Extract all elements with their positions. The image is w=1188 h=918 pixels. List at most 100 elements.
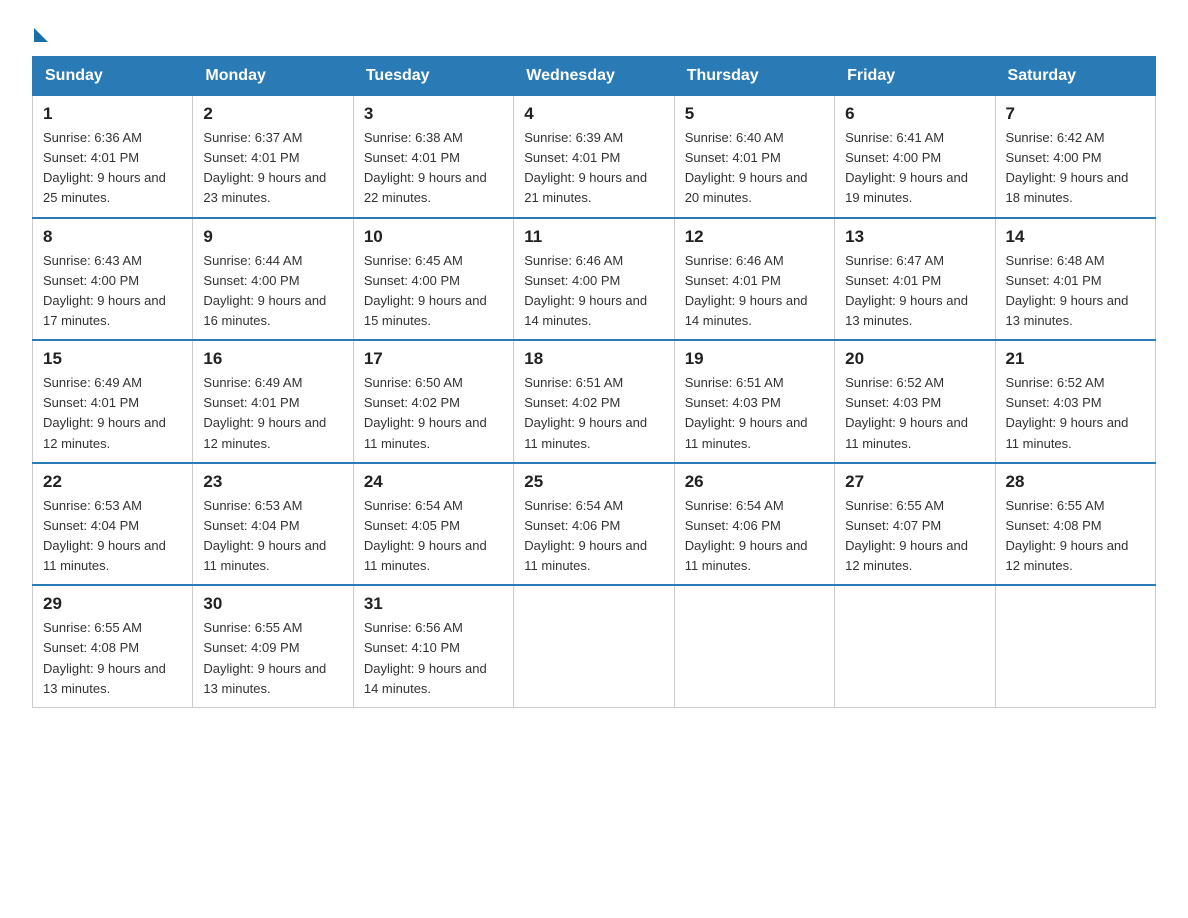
day-number: 13 — [845, 227, 984, 247]
day-number: 3 — [364, 104, 503, 124]
calendar-day-18: 18 Sunrise: 6:51 AMSunset: 4:02 PMDaylig… — [514, 340, 674, 463]
weekday-header-tuesday: Tuesday — [353, 57, 513, 96]
day-info: Sunrise: 6:46 AMSunset: 4:01 PMDaylight:… — [685, 253, 808, 328]
calendar-day-23: 23 Sunrise: 6:53 AMSunset: 4:04 PMDaylig… — [193, 463, 353, 586]
calendar-day-2: 2 Sunrise: 6:37 AMSunset: 4:01 PMDayligh… — [193, 96, 353, 218]
calendar-day-28: 28 Sunrise: 6:55 AMSunset: 4:08 PMDaylig… — [995, 463, 1155, 586]
calendar-day-13: 13 Sunrise: 6:47 AMSunset: 4:01 PMDaylig… — [835, 218, 995, 341]
day-info: Sunrise: 6:49 AMSunset: 4:01 PMDaylight:… — [203, 375, 326, 450]
day-info: Sunrise: 6:53 AMSunset: 4:04 PMDaylight:… — [43, 498, 166, 573]
day-number: 31 — [364, 594, 503, 614]
calendar-day-25: 25 Sunrise: 6:54 AMSunset: 4:06 PMDaylig… — [514, 463, 674, 586]
day-number: 17 — [364, 349, 503, 369]
calendar-day-1: 1 Sunrise: 6:36 AMSunset: 4:01 PMDayligh… — [33, 96, 193, 218]
calendar-week-4: 22 Sunrise: 6:53 AMSunset: 4:04 PMDaylig… — [33, 463, 1156, 586]
day-number: 10 — [364, 227, 503, 247]
empty-cell — [995, 585, 1155, 707]
calendar-day-11: 11 Sunrise: 6:46 AMSunset: 4:00 PMDaylig… — [514, 218, 674, 341]
day-info: Sunrise: 6:48 AMSunset: 4:01 PMDaylight:… — [1006, 253, 1129, 328]
calendar-day-16: 16 Sunrise: 6:49 AMSunset: 4:01 PMDaylig… — [193, 340, 353, 463]
weekday-header-wednesday: Wednesday — [514, 57, 674, 96]
day-number: 20 — [845, 349, 984, 369]
day-number: 11 — [524, 227, 663, 247]
day-info: Sunrise: 6:41 AMSunset: 4:00 PMDaylight:… — [845, 130, 968, 205]
calendar-day-31: 31 Sunrise: 6:56 AMSunset: 4:10 PMDaylig… — [353, 585, 513, 707]
day-info: Sunrise: 6:40 AMSunset: 4:01 PMDaylight:… — [685, 130, 808, 205]
calendar-day-24: 24 Sunrise: 6:54 AMSunset: 4:05 PMDaylig… — [353, 463, 513, 586]
calendar-day-12: 12 Sunrise: 6:46 AMSunset: 4:01 PMDaylig… — [674, 218, 834, 341]
day-number: 2 — [203, 104, 342, 124]
empty-cell — [514, 585, 674, 707]
day-info: Sunrise: 6:54 AMSunset: 4:06 PMDaylight:… — [685, 498, 808, 573]
day-info: Sunrise: 6:51 AMSunset: 4:03 PMDaylight:… — [685, 375, 808, 450]
calendar-day-4: 4 Sunrise: 6:39 AMSunset: 4:01 PMDayligh… — [514, 96, 674, 218]
day-number: 25 — [524, 472, 663, 492]
logo-arrow-icon — [34, 28, 48, 42]
day-info: Sunrise: 6:43 AMSunset: 4:00 PMDaylight:… — [43, 253, 166, 328]
calendar-day-17: 17 Sunrise: 6:50 AMSunset: 4:02 PMDaylig… — [353, 340, 513, 463]
day-info: Sunrise: 6:38 AMSunset: 4:01 PMDaylight:… — [364, 130, 487, 205]
day-info: Sunrise: 6:54 AMSunset: 4:06 PMDaylight:… — [524, 498, 647, 573]
day-info: Sunrise: 6:55 AMSunset: 4:08 PMDaylight:… — [43, 620, 166, 695]
day-number: 21 — [1006, 349, 1145, 369]
day-info: Sunrise: 6:54 AMSunset: 4:05 PMDaylight:… — [364, 498, 487, 573]
calendar-day-10: 10 Sunrise: 6:45 AMSunset: 4:00 PMDaylig… — [353, 218, 513, 341]
calendar-day-20: 20 Sunrise: 6:52 AMSunset: 4:03 PMDaylig… — [835, 340, 995, 463]
day-number: 27 — [845, 472, 984, 492]
calendar-day-3: 3 Sunrise: 6:38 AMSunset: 4:01 PMDayligh… — [353, 96, 513, 218]
day-info: Sunrise: 6:52 AMSunset: 4:03 PMDaylight:… — [845, 375, 968, 450]
day-number: 23 — [203, 472, 342, 492]
day-number: 18 — [524, 349, 663, 369]
calendar-day-21: 21 Sunrise: 6:52 AMSunset: 4:03 PMDaylig… — [995, 340, 1155, 463]
day-number: 9 — [203, 227, 342, 247]
day-number: 24 — [364, 472, 503, 492]
calendar-week-1: 1 Sunrise: 6:36 AMSunset: 4:01 PMDayligh… — [33, 96, 1156, 218]
day-number: 7 — [1006, 104, 1145, 124]
calendar-day-30: 30 Sunrise: 6:55 AMSunset: 4:09 PMDaylig… — [193, 585, 353, 707]
day-number: 1 — [43, 104, 182, 124]
calendar-day-27: 27 Sunrise: 6:55 AMSunset: 4:07 PMDaylig… — [835, 463, 995, 586]
calendar-week-2: 8 Sunrise: 6:43 AMSunset: 4:00 PMDayligh… — [33, 218, 1156, 341]
calendar-day-29: 29 Sunrise: 6:55 AMSunset: 4:08 PMDaylig… — [33, 585, 193, 707]
day-number: 15 — [43, 349, 182, 369]
calendar-week-5: 29 Sunrise: 6:55 AMSunset: 4:08 PMDaylig… — [33, 585, 1156, 707]
calendar-day-8: 8 Sunrise: 6:43 AMSunset: 4:00 PMDayligh… — [33, 218, 193, 341]
calendar-table: SundayMondayTuesdayWednesdayThursdayFrid… — [32, 56, 1156, 708]
day-number: 19 — [685, 349, 824, 369]
day-info: Sunrise: 6:53 AMSunset: 4:04 PMDaylight:… — [203, 498, 326, 573]
weekday-header-saturday: Saturday — [995, 57, 1155, 96]
day-info: Sunrise: 6:56 AMSunset: 4:10 PMDaylight:… — [364, 620, 487, 695]
day-info: Sunrise: 6:47 AMSunset: 4:01 PMDaylight:… — [845, 253, 968, 328]
day-info: Sunrise: 6:44 AMSunset: 4:00 PMDaylight:… — [203, 253, 326, 328]
day-number: 16 — [203, 349, 342, 369]
weekday-header-thursday: Thursday — [674, 57, 834, 96]
empty-cell — [674, 585, 834, 707]
calendar-day-6: 6 Sunrise: 6:41 AMSunset: 4:00 PMDayligh… — [835, 96, 995, 218]
day-info: Sunrise: 6:42 AMSunset: 4:00 PMDaylight:… — [1006, 130, 1129, 205]
day-info: Sunrise: 6:50 AMSunset: 4:02 PMDaylight:… — [364, 375, 487, 450]
day-info: Sunrise: 6:51 AMSunset: 4:02 PMDaylight:… — [524, 375, 647, 450]
day-number: 28 — [1006, 472, 1145, 492]
empty-cell — [835, 585, 995, 707]
day-info: Sunrise: 6:55 AMSunset: 4:09 PMDaylight:… — [203, 620, 326, 695]
day-info: Sunrise: 6:49 AMSunset: 4:01 PMDaylight:… — [43, 375, 166, 450]
calendar-week-3: 15 Sunrise: 6:49 AMSunset: 4:01 PMDaylig… — [33, 340, 1156, 463]
calendar-day-9: 9 Sunrise: 6:44 AMSunset: 4:00 PMDayligh… — [193, 218, 353, 341]
calendar-day-7: 7 Sunrise: 6:42 AMSunset: 4:00 PMDayligh… — [995, 96, 1155, 218]
day-number: 22 — [43, 472, 182, 492]
calendar-day-19: 19 Sunrise: 6:51 AMSunset: 4:03 PMDaylig… — [674, 340, 834, 463]
day-info: Sunrise: 6:46 AMSunset: 4:00 PMDaylight:… — [524, 253, 647, 328]
day-number: 5 — [685, 104, 824, 124]
day-number: 14 — [1006, 227, 1145, 247]
calendar-day-15: 15 Sunrise: 6:49 AMSunset: 4:01 PMDaylig… — [33, 340, 193, 463]
calendar-day-14: 14 Sunrise: 6:48 AMSunset: 4:01 PMDaylig… — [995, 218, 1155, 341]
day-number: 26 — [685, 472, 824, 492]
weekday-header-sunday: Sunday — [33, 57, 193, 96]
day-info: Sunrise: 6:52 AMSunset: 4:03 PMDaylight:… — [1006, 375, 1129, 450]
day-number: 30 — [203, 594, 342, 614]
day-number: 29 — [43, 594, 182, 614]
calendar-day-22: 22 Sunrise: 6:53 AMSunset: 4:04 PMDaylig… — [33, 463, 193, 586]
day-number: 8 — [43, 227, 182, 247]
calendar-day-5: 5 Sunrise: 6:40 AMSunset: 4:01 PMDayligh… — [674, 96, 834, 218]
weekday-header-monday: Monday — [193, 57, 353, 96]
